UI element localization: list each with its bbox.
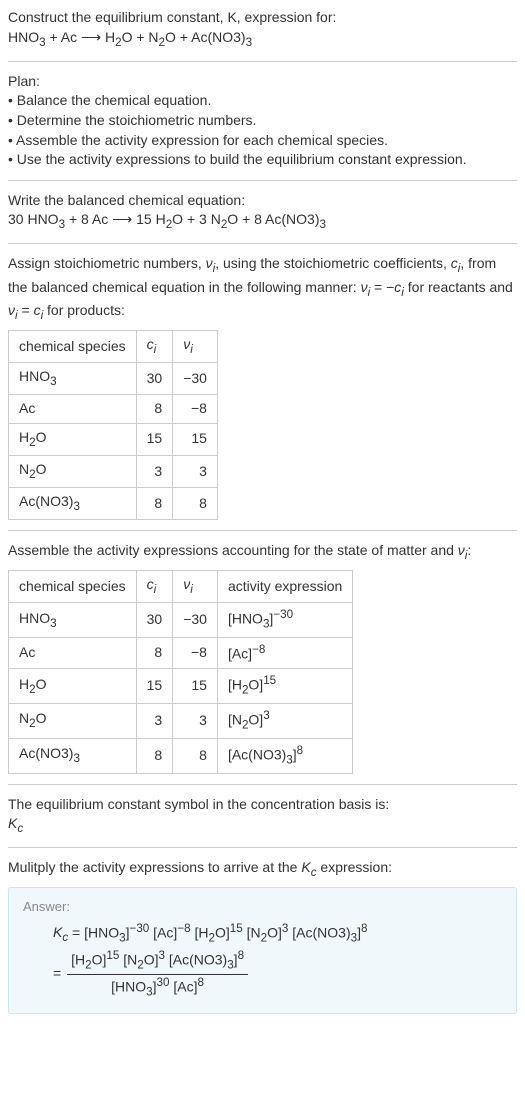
answer-line-1: Kc = [HNO3]−30 [Ac]−8 [H2O]15 [N2O]3 [Ac… — [53, 921, 502, 947]
table-row: N2O 3 3 [N2O]3 — [9, 704, 353, 739]
cell-species: HNO3 — [9, 362, 137, 394]
col-species: chemical species — [9, 330, 137, 362]
fraction-denominator: [HNO3]30 [Ac]8 — [67, 975, 248, 1001]
cell-ci: 8 — [136, 487, 173, 519]
multiply-intro: Mulitply the activity expressions to arr… — [8, 858, 517, 881]
prompt-block: Construct the equilibrium constant, K, e… — [8, 8, 517, 51]
cell-nui: 15 — [173, 423, 218, 455]
multiply-block: Mulitply the activity expressions to arr… — [8, 858, 517, 881]
plan-item: • Determine the stoichiometric numbers. — [8, 111, 517, 131]
plan-block: Plan: • Balance the chemical equation. •… — [8, 72, 517, 170]
balanced-equation: 30 HNO3 + 8 Ac ⟶ 15 H2O + 3 N2O + 8 Ac(N… — [8, 210, 517, 233]
col-nui: νi — [173, 571, 218, 603]
cell-activity: [Ac]−8 — [217, 638, 352, 669]
table-header-row: chemical species ci νi — [9, 330, 218, 362]
cell-ci: 15 — [136, 423, 173, 455]
activity-table: chemical species ci νi activity expressi… — [8, 570, 353, 774]
cell-ci: 30 — [136, 603, 173, 638]
plan-item: • Use the activity expressions to build … — [8, 150, 517, 170]
cell-species: Ac(NO3)3 — [9, 738, 137, 773]
cell-nui: 8 — [173, 738, 218, 773]
table-row: Ac 8 −8 [Ac]−8 — [9, 638, 353, 669]
stoich-block: Assign stoichiometric numbers, νi, using… — [8, 254, 517, 520]
cell-activity: [N2O]3 — [217, 704, 352, 739]
cell-activity: [HNO3]−30 — [217, 603, 352, 638]
fraction-numerator: [H2O]15 [N2O]3 [Ac(NO3)3]8 — [67, 948, 248, 975]
col-ci: ci — [136, 330, 173, 362]
separator — [8, 530, 517, 531]
cell-species: HNO3 — [9, 603, 137, 638]
separator — [8, 180, 517, 181]
table-row: Ac(NO3)3 8 8 — [9, 487, 218, 519]
cell-activity: [Ac(NO3)3]8 — [217, 738, 352, 773]
cell-ci: 3 — [136, 704, 173, 739]
plan-title: Plan: — [8, 72, 517, 92]
table-row: N2O 3 3 — [9, 455, 218, 487]
balanced-block: Write the balanced chemical equation: 30… — [8, 191, 517, 234]
cell-nui: 3 — [173, 455, 218, 487]
cell-nui: −8 — [173, 395, 218, 424]
table-row: Ac(NO3)3 8 8 [Ac(NO3)3]8 — [9, 738, 353, 773]
cell-ci: 8 — [136, 638, 173, 669]
cell-species: H2O — [9, 669, 137, 704]
cell-ci: 30 — [136, 362, 173, 394]
plan-item: • Balance the chemical equation. — [8, 91, 517, 111]
cell-nui: −30 — [173, 603, 218, 638]
table-row: HNO3 30 −30 — [9, 362, 218, 394]
separator — [8, 243, 517, 244]
table-row: Ac 8 −8 — [9, 395, 218, 424]
cell-ci: 15 — [136, 669, 173, 704]
col-activity: activity expression — [217, 571, 352, 603]
activity-intro: Assemble the activity expressions accoun… — [8, 541, 517, 564]
cell-activity: [H2O]15 — [217, 669, 352, 704]
cell-nui: 3 — [173, 704, 218, 739]
separator — [8, 61, 517, 62]
col-ci: ci — [136, 571, 173, 603]
kc-symbol: Kc — [8, 814, 517, 837]
cell-ci: 8 — [136, 395, 173, 424]
answer-line-2: = [H2O]15 [N2O]3 [Ac(NO3)3]8 [HNO3]30 [A… — [53, 948, 502, 1001]
table-row: H2O 15 15 — [9, 423, 218, 455]
separator — [8, 784, 517, 785]
answer-box: Answer: Kc = [HNO3]−30 [Ac]−8 [H2O]15 [N… — [8, 887, 517, 1014]
kc-intro: The equilibrium constant symbol in the c… — [8, 795, 517, 815]
cell-ci: 3 — [136, 455, 173, 487]
cell-species: H2O — [9, 423, 137, 455]
table-row: HNO3 30 −30 [HNO3]−30 — [9, 603, 353, 638]
prompt-line-2: HNO3 + Ac ⟶ H2O + N2O + Ac(NO3)3 — [8, 28, 517, 51]
kc-block: The equilibrium constant symbol in the c… — [8, 795, 517, 838]
cell-nui: 15 — [173, 669, 218, 704]
cell-nui: −30 — [173, 362, 218, 394]
cell-species: Ac — [9, 638, 137, 669]
stoich-table: chemical species ci νi HNO3 30 −30 Ac 8 … — [8, 330, 218, 520]
cell-species: Ac — [9, 395, 137, 424]
separator — [8, 847, 517, 848]
cell-species: Ac(NO3)3 — [9, 487, 137, 519]
col-species: chemical species — [9, 571, 137, 603]
plan-item: • Assemble the activity expression for e… — [8, 131, 517, 151]
prompt-line-1: Construct the equilibrium constant, K, e… — [8, 8, 517, 28]
answer-fraction: [H2O]15 [N2O]3 [Ac(NO3)3]8 [HNO3]30 [Ac]… — [67, 948, 248, 1001]
cell-nui: −8 — [173, 638, 218, 669]
cell-species: N2O — [9, 455, 137, 487]
table-row: H2O 15 15 [H2O]15 — [9, 669, 353, 704]
answer-label: Answer: — [23, 898, 502, 916]
table-header-row: chemical species ci νi activity expressi… — [9, 571, 353, 603]
cell-species: N2O — [9, 704, 137, 739]
balanced-intro: Write the balanced chemical equation: — [8, 191, 517, 211]
stoich-intro: Assign stoichiometric numbers, νi, using… — [8, 254, 517, 323]
col-nui: νi — [173, 330, 218, 362]
cell-nui: 8 — [173, 487, 218, 519]
cell-ci: 8 — [136, 738, 173, 773]
activity-block: Assemble the activity expressions accoun… — [8, 541, 517, 774]
